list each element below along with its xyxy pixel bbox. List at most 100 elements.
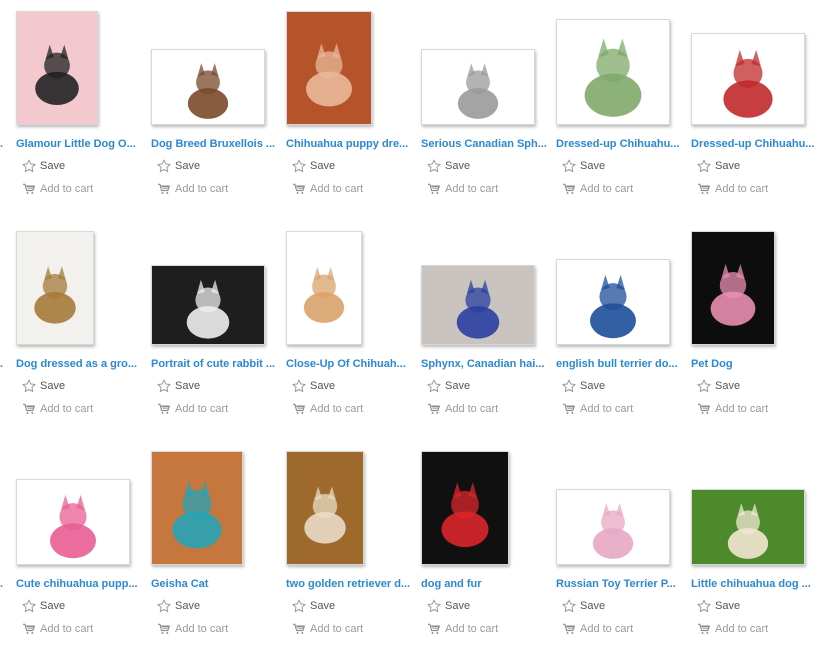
cart-icon xyxy=(428,403,440,414)
result-title-link[interactable]: Close-Up Of Chihuah... xyxy=(286,358,414,370)
add-to-cart-button[interactable]: Add to cart xyxy=(22,181,93,197)
result-thumbnail[interactable] xyxy=(151,49,265,125)
add-to-cart-button[interactable]: Add to cart xyxy=(292,401,363,417)
result-card: Geisha Cat Save Add to cart xyxy=(151,451,286,664)
save-button[interactable]: Save xyxy=(292,377,335,395)
add-to-cart-button[interactable]: Add to cart xyxy=(157,181,228,197)
result-title-link[interactable]: Sphynx, Canadian hai... xyxy=(421,358,549,370)
result-thumbnail[interactable] xyxy=(421,451,509,565)
save-button[interactable]: Save xyxy=(697,597,740,615)
add-to-cart-button[interactable]: Add to cart xyxy=(157,621,228,637)
save-button[interactable]: Save xyxy=(292,157,335,175)
cart-icon xyxy=(698,623,710,634)
star-icon xyxy=(292,379,306,393)
star-icon xyxy=(562,379,576,393)
result-thumbnail[interactable] xyxy=(556,489,670,565)
result-title-link[interactable]: Dressed-up Chihuahu... xyxy=(556,138,684,150)
result-thumbnail[interactable] xyxy=(16,231,94,345)
result-thumbnail[interactable] xyxy=(286,11,372,125)
result-thumbnail[interactable] xyxy=(286,451,364,565)
thumbnail-area xyxy=(421,232,556,345)
result-title-link[interactable]: Little chihuahua dog ... xyxy=(691,578,819,590)
clipped-title-fragment: . xyxy=(0,138,4,150)
result-thumbnail[interactable] xyxy=(691,231,775,345)
result-title-link[interactable]: Dog Breed Bruxellois ... xyxy=(151,138,279,150)
save-button[interactable]: Save xyxy=(562,597,605,615)
photo-graphic xyxy=(422,50,534,124)
add-to-cart-label: Add to cart xyxy=(40,403,94,415)
result-thumbnail[interactable] xyxy=(286,231,362,345)
result-thumbnail[interactable] xyxy=(556,19,670,125)
add-to-cart-button[interactable]: Add to cart xyxy=(562,181,633,197)
result-title-link[interactable]: Cute chihuahua pupp... xyxy=(16,578,144,590)
save-label: Save xyxy=(445,600,471,612)
result-title-link[interactable]: Russian Toy Terrier P... xyxy=(556,578,684,590)
result-title-link[interactable]: Dressed-up Chihuahu... xyxy=(691,138,819,150)
result-thumbnail[interactable] xyxy=(421,265,535,345)
add-to-cart-button[interactable]: Add to cart xyxy=(292,181,363,197)
save-button[interactable]: Save xyxy=(562,377,605,395)
add-to-cart-button[interactable]: Add to cart xyxy=(22,621,93,637)
result-title-link[interactable]: Geisha Cat xyxy=(151,578,279,590)
save-button[interactable]: Save xyxy=(562,157,605,175)
result-title-link[interactable]: dog and fur xyxy=(421,578,549,590)
save-button[interactable]: Save xyxy=(22,377,65,395)
photo-graphic xyxy=(152,50,264,124)
result-title-link[interactable]: Pet Dog xyxy=(691,358,819,370)
result-thumbnail[interactable] xyxy=(421,49,535,125)
thumbnail-area xyxy=(421,12,556,125)
result-title-link[interactable]: two golden retriever d... xyxy=(286,578,414,590)
save-button[interactable]: Save xyxy=(427,377,470,395)
save-label: Save xyxy=(715,600,741,612)
results-grid: Glamour Little Dog O... Save Add to cart Do… xyxy=(0,0,828,647)
photo-graphic xyxy=(152,452,242,564)
cart-icon xyxy=(563,403,575,414)
result-title-link[interactable]: Glamour Little Dog O... xyxy=(16,138,144,150)
add-to-cart-button[interactable]: Add to cart xyxy=(697,621,768,637)
save-button[interactable]: Save xyxy=(697,377,740,395)
star-icon xyxy=(292,599,306,613)
add-to-cart-button[interactable]: Add to cart xyxy=(562,621,633,637)
save-button[interactable]: Save xyxy=(22,157,65,175)
save-button[interactable]: Save xyxy=(427,597,470,615)
save-button[interactable]: Save xyxy=(427,157,470,175)
save-button[interactable]: Save xyxy=(157,377,200,395)
photo-graphic xyxy=(287,12,371,124)
result-thumbnail[interactable] xyxy=(691,33,805,125)
add-to-cart-label: Add to cart xyxy=(580,403,634,415)
cart-icon xyxy=(698,403,710,414)
result-title-link[interactable]: Portrait of cute rabbit ... xyxy=(151,358,279,370)
add-to-cart-button[interactable]: Add to cart xyxy=(697,181,768,197)
add-to-cart-button[interactable]: Add to cart xyxy=(427,401,498,417)
result-title-link[interactable]: Dog dressed as a gro... xyxy=(16,358,144,370)
save-button[interactable]: Save xyxy=(22,597,65,615)
add-to-cart-button[interactable]: Add to cart xyxy=(427,621,498,637)
photo-graphic xyxy=(152,266,264,344)
add-to-cart-button[interactable]: Add to cart xyxy=(292,621,363,637)
result-title-link[interactable]: Serious Canadian Sph... xyxy=(421,138,549,150)
save-button[interactable]: Save xyxy=(697,157,740,175)
cart-icon xyxy=(158,623,170,634)
add-to-cart-button[interactable]: Add to cart xyxy=(157,401,228,417)
result-thumbnail[interactable] xyxy=(691,489,805,565)
photo-graphic xyxy=(692,490,804,564)
save-button[interactable]: Save xyxy=(157,597,200,615)
add-to-cart-button[interactable]: Add to cart xyxy=(427,181,498,197)
result-thumbnail[interactable] xyxy=(16,11,98,125)
result-card: Serious Canadian Sph... Save Add to cart xyxy=(421,12,556,224)
add-to-cart-label: Add to cart xyxy=(715,183,769,195)
star-icon xyxy=(697,599,711,613)
save-button[interactable]: Save xyxy=(157,157,200,175)
result-thumbnail[interactable] xyxy=(151,451,243,565)
add-to-cart-button[interactable]: Add to cart xyxy=(697,401,768,417)
thumbnail-area xyxy=(286,11,421,125)
result-thumbnail[interactable] xyxy=(151,265,265,345)
save-button[interactable]: Save xyxy=(292,597,335,615)
result-title-link[interactable]: Chihuahua puppy dre... xyxy=(286,138,414,150)
result-title-link[interactable]: english bull terrier do... xyxy=(556,358,684,370)
add-to-cart-button[interactable]: Add to cart xyxy=(22,401,93,417)
add-to-cart-button[interactable]: Add to cart xyxy=(562,401,633,417)
result-thumbnail[interactable] xyxy=(16,479,130,565)
result-card: Portrait of cute rabbit ... Save Add to ca… xyxy=(151,232,286,444)
result-thumbnail[interactable] xyxy=(556,259,670,345)
